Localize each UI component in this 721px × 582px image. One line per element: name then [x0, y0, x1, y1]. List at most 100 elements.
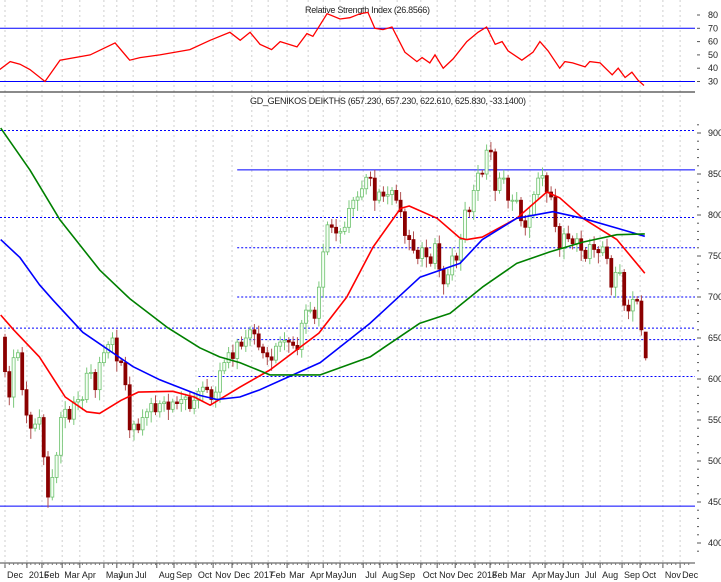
candle-down [136, 423, 141, 431]
candle-down [3, 336, 7, 373]
candle-down [566, 233, 571, 240]
candle-up [183, 396, 188, 400]
candle-up [510, 199, 515, 202]
candle-up [102, 352, 106, 364]
x-axis: Dec 2016Feb Mar Apr MayJun Jul Aug Sep Oct Nov Dec… [0, 562, 699, 580]
candle-down [291, 341, 296, 346]
x-tick-label: Jul [135, 570, 147, 580]
candle-down [127, 384, 132, 431]
candle-up [170, 401, 175, 410]
x-tick-label: Nov [665, 570, 682, 580]
candle-down [329, 224, 334, 228]
x-tick-label: Nov [215, 570, 232, 580]
candle-down [114, 337, 119, 362]
candle-up [54, 454, 59, 478]
candle-down [153, 403, 158, 413]
candle-down [596, 249, 601, 254]
candle-up [325, 224, 330, 253]
candle-down [312, 309, 317, 319]
candle-up [342, 226, 347, 232]
candle-down [28, 414, 33, 429]
price-y-tick-label: 650 [708, 333, 721, 343]
x-tick-label: Apr [82, 570, 96, 580]
candle-up [484, 149, 489, 175]
candle-down [523, 220, 528, 228]
candle-down [557, 226, 562, 250]
candle-up [132, 423, 136, 431]
candle-down [187, 396, 192, 409]
x-tick-label: Oct [198, 570, 213, 580]
candle-down [119, 360, 123, 363]
price-y-tick-label: 600 [708, 374, 721, 384]
candle-up [630, 299, 635, 312]
candle-up [321, 251, 326, 288]
candle-up [347, 208, 351, 228]
candle-up [536, 177, 541, 195]
vertical-gridlines [4, 0, 681, 563]
candle-up [613, 271, 618, 288]
candle-down [261, 346, 265, 354]
x-tick-label: Mar [289, 570, 305, 580]
x-tick-label: Dec [457, 570, 474, 580]
candle-up [471, 189, 476, 213]
price-y-tick-label: 800 [708, 210, 721, 220]
x-tick-label: Nov [439, 570, 456, 580]
candle-up [110, 337, 115, 345]
candle-down [493, 151, 498, 191]
rsi-y-tick-label: 70 [708, 23, 718, 33]
rsi-line [0, 11, 645, 86]
candle-down [544, 175, 549, 193]
candle-up [63, 408, 68, 418]
candle-down [123, 362, 128, 386]
x-tick-label: Sep [624, 570, 640, 580]
candle-down [415, 249, 420, 259]
rsi-y-tick-label: 50 [708, 50, 718, 60]
candle-up [282, 340, 287, 343]
candle-up [587, 244, 592, 259]
candle-down [609, 258, 614, 288]
candle-up [50, 476, 55, 498]
candle-up [433, 243, 437, 264]
candle-up [618, 271, 622, 274]
candle-down [286, 340, 291, 343]
candle-up [278, 341, 283, 347]
candle-up [338, 230, 343, 234]
candle-down [205, 386, 210, 391]
x-tick-label: Jul [365, 570, 377, 580]
price-y-tick-label: 450 [708, 497, 721, 507]
candle-up [192, 399, 197, 409]
candle-up [562, 233, 566, 250]
candle-up [600, 246, 605, 254]
candle-down [626, 304, 631, 312]
candle-up [89, 372, 93, 374]
candle-up [377, 191, 382, 201]
x-tick-label: Dec [7, 570, 24, 580]
price-y-tick-label: 500 [708, 456, 721, 466]
candle-down [20, 352, 25, 391]
candle-down [24, 389, 29, 416]
candle-down [467, 209, 472, 213]
candle-down [411, 239, 416, 251]
candle-down [7, 371, 12, 398]
price-y-tick-label: 700 [708, 292, 721, 302]
candle-down [41, 417, 46, 458]
candle-up [179, 399, 184, 404]
y-axis: 80 70 60 50 40 30 900 850 800 750 700 650 600 550 500 4… [697, 10, 721, 552]
candle-down [265, 352, 270, 358]
candle-up [162, 401, 167, 404]
candle-down [639, 300, 644, 331]
candle-down [622, 271, 627, 306]
candle-up [59, 417, 63, 456]
x-tick-label: Feb [492, 570, 508, 580]
candle-up [248, 329, 253, 339]
candle-down [488, 149, 493, 153]
candle-down [394, 189, 399, 201]
candle-down [46, 456, 50, 498]
candle-down [454, 255, 459, 261]
x-tick-label: Aug [602, 570, 618, 580]
candle-down [480, 172, 485, 175]
x-tick-label: Dec [682, 570, 699, 580]
x-tick-label: May [325, 570, 343, 580]
candle-up [235, 341, 240, 359]
candle-up [476, 172, 480, 191]
